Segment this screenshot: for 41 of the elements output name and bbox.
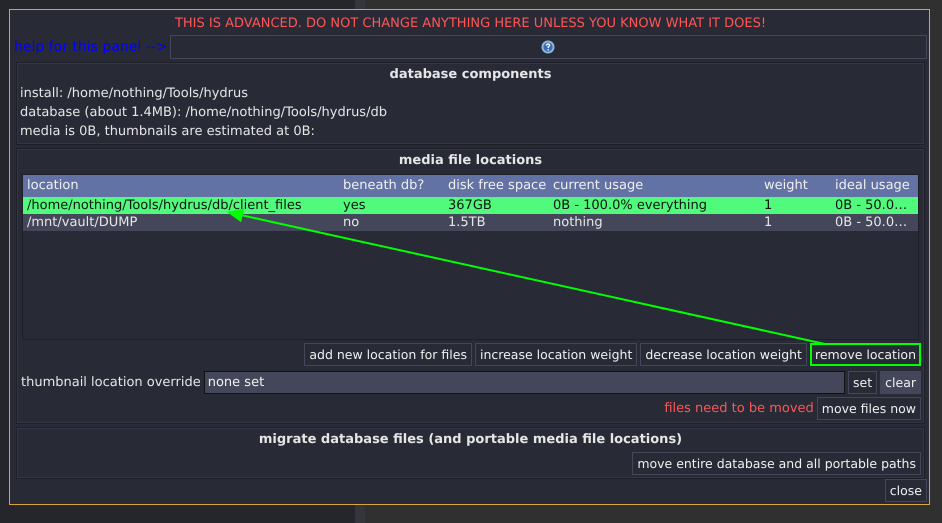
column-header[interactable]: disk free space (444, 175, 549, 197)
close-button[interactable]: close (884, 479, 927, 502)
action-button[interactable]: move entire database and all portable paths (632, 452, 921, 475)
action-button[interactable]: set (848, 371, 878, 394)
action-button[interactable]: clear (880, 371, 921, 394)
highlighted-button[interactable]: remove location (810, 343, 921, 366)
field-label: thumbnail location override (20, 375, 201, 390)
section-title: media file locations (398, 152, 544, 170)
table-cell-text: /mnt/vault/DUMP (26, 214, 138, 231)
table-cell-text: yes (342, 197, 366, 214)
table-cell-text: 1 (763, 214, 774, 231)
section-title: migrate database files (and portable media file locations) (258, 431, 684, 449)
action-button[interactable]: decrease location weight (640, 343, 807, 366)
action-button[interactable]: increase location weight (474, 343, 638, 366)
table-cell-text: no (342, 214, 360, 231)
table-cell-text: /home/nothing/Tools/hydrus/db/client_files (26, 197, 303, 214)
column-header[interactable]: ideal usage (831, 175, 918, 197)
table-cell-text: 1.5TB (447, 214, 487, 231)
column-header[interactable]: location (23, 175, 339, 197)
action-button[interactable]: add new location for files (304, 343, 472, 366)
table-cell-text: 367GB (447, 197, 493, 214)
column-header[interactable]: current usage (549, 175, 760, 197)
info-text: media is 0B, thumbnails are estimated at 0B: (20, 123, 316, 141)
table-cell-text: nothing (552, 214, 604, 231)
help-button[interactable] (170, 35, 927, 59)
column-header[interactable]: weight (760, 175, 831, 197)
table-row[interactable]: /mnt/vault/DUMP no 1.5TB nothing 1 0B - 50.0… (23, 214, 918, 231)
warning-text: THIS IS ADVANCED. DO NOT CHANGE ANYTHING HERE UNLESS YOU KNOW WHAT IT DOES! (174, 15, 768, 33)
help-icon (541, 40, 556, 54)
table-cell-text: 0B - 50.0… (834, 214, 908, 231)
section-title: database components (388, 66, 552, 84)
table-row[interactable]: /home/nothing/Tools/hydrus/db/client_files yes 367GB 0B - 100.0% everything 1 0B - 50.0… (23, 197, 918, 214)
table-cell-text: 0B - 50.0… (834, 197, 908, 214)
table-cell-text: 1 (763, 197, 774, 214)
input-field[interactable]: none set (204, 371, 846, 394)
column-header[interactable]: beneath db? (339, 175, 444, 197)
table-cell-text: 0B - 100.0% everything (552, 197, 708, 214)
status-text: files need to be moved (664, 401, 814, 416)
action-button[interactable]: move files now (816, 397, 921, 420)
info-text: database (about 1.4MB): /home/nothing/Tools/hydrus/db (20, 104, 388, 122)
info-text: install: /home/nothing/Tools/hydrus (20, 85, 249, 103)
